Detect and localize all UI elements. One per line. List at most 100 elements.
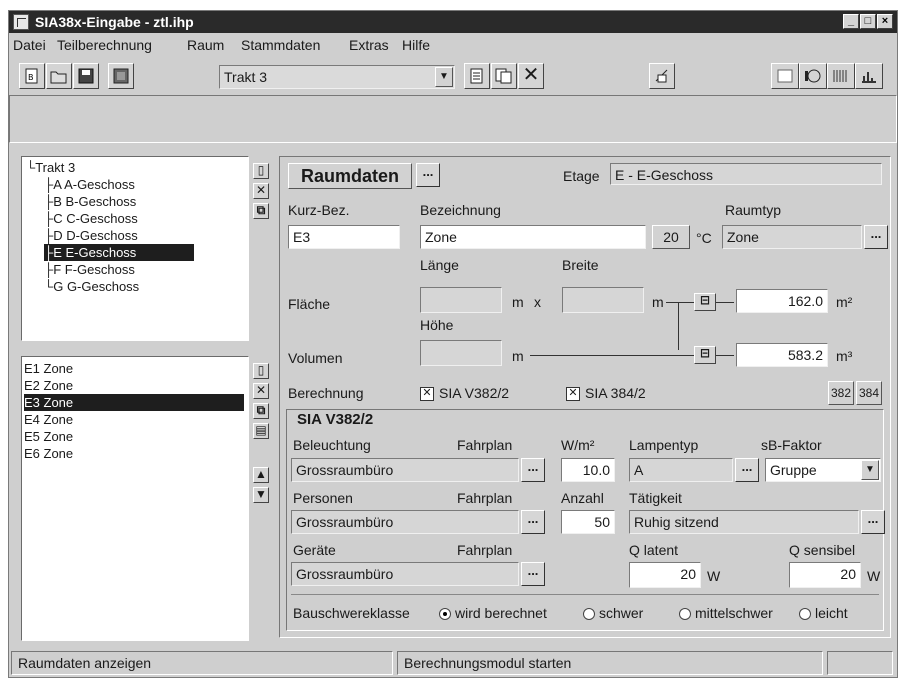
tree-item-f[interactable]: ├F F-Geschoss — [44, 261, 135, 278]
tree-root[interactable]: └Trakt 3 — [26, 159, 75, 176]
personen-field[interactable]: Grossraumbüro — [291, 510, 519, 534]
hoehe-input[interactable] — [420, 340, 502, 366]
title-bar[interactable]: SIA38x-Eingabe - ztl.ihp _ □ × — [9, 11, 897, 33]
geschoss-tree[interactable]: └Trakt 3 ├A A-Geschoss ├B B-Geschoss ├C … — [21, 156, 249, 341]
main-window: SIA38x-Eingabe - ztl.ihp _ □ × Datei Tei… — [8, 10, 898, 678]
zone-copy-icon[interactable]: ⧉ — [253, 403, 269, 419]
menu-extras[interactable]: Extras — [349, 37, 389, 53]
menu-teilberechnung[interactable]: Teilberechnung — [57, 37, 152, 53]
radio-off-icon — [679, 608, 691, 621]
zone-item-e3[interactable]: E3 Zone — [24, 394, 244, 411]
tree-item-c[interactable]: ├C C-Geschoss — [44, 210, 138, 227]
flaeche-unit: m² — [836, 294, 853, 310]
menu-raum[interactable]: Raum — [187, 37, 224, 53]
move-up-icon[interactable]: ▲ — [253, 467, 269, 483]
raumdaten-ellipsis-button[interactable]: ... — [416, 163, 440, 187]
copy-tb-icon[interactable] — [464, 63, 490, 89]
radio-wird-berechnet[interactable]: wird berechnet — [439, 605, 547, 621]
lampentyp-field[interactable]: A — [629, 458, 733, 482]
qlatent-label: Q latent — [629, 542, 679, 558]
tree-item-e[interactable]: ├E E-Geschoss — [44, 244, 194, 261]
zone-delete-icon[interactable]: ✕ — [253, 383, 269, 399]
radio-leicht[interactable]: leicht — [799, 605, 848, 621]
radio-mittelschwer[interactable]: mittelschwer — [679, 605, 773, 621]
chevron-down-icon[interactable]: ▼ — [435, 67, 453, 87]
button-384[interactable]: 384 — [856, 381, 882, 405]
anzahl-label: Anzahl — [561, 490, 604, 506]
volumen-value[interactable]: 583.2 — [736, 343, 828, 367]
sia-group: SIA V382/2 Beleuchtung Fahrplan W/m² Lam… — [286, 409, 885, 631]
zone-new-icon[interactable]: ▯ — [253, 363, 269, 379]
menu-stammdaten[interactable]: Stammdaten — [241, 37, 320, 53]
tree-item-d[interactable]: ├D D-Geschoss — [44, 227, 138, 244]
flaeche-calc-icon[interactable]: ⊟ — [694, 293, 716, 311]
sbfaktor-select[interactable]: Gruppe ▼ — [765, 458, 881, 482]
personen-ellipsis-button[interactable]: ... — [521, 510, 545, 534]
beleuchtung-ellipsis-button[interactable]: ... — [521, 458, 545, 482]
taetigkeit-ellipsis-button[interactable]: ... — [861, 510, 885, 534]
qsensibel-input[interactable]: 20 — [789, 562, 861, 588]
bezeichnung-input[interactable]: Zone — [420, 225, 646, 249]
new-file-icon[interactable]: B — [19, 63, 45, 89]
tree-copy-icon[interactable]: ⧉ — [253, 203, 269, 219]
report-icon[interactable] — [771, 63, 799, 89]
open-folder-icon[interactable] — [46, 63, 72, 89]
taetigkeit-field[interactable]: Ruhig sitzend — [629, 510, 859, 534]
qlatent-input[interactable]: 20 — [629, 562, 701, 588]
zone-paste-icon[interactable]: ▤ — [253, 423, 269, 439]
zone-list[interactable]: E1 Zone E2 Zone E3 Zone E4 Zone E5 Zone … — [21, 356, 249, 641]
anzahl-input[interactable]: 50 — [561, 510, 615, 534]
menu-datei[interactable]: Datei — [13, 37, 46, 53]
hoehe-unit: m — [512, 348, 524, 364]
trakt-select[interactable]: Trakt 3 ▼ — [219, 65, 455, 89]
zone-item-e4[interactable]: E4 Zone — [24, 411, 73, 428]
zone-item-e1[interactable]: E1 Zone — [24, 360, 73, 377]
breite-input[interactable] — [562, 287, 644, 313]
wm2-input[interactable]: 10.0 — [561, 458, 615, 482]
temperature-button[interactable]: 20 — [652, 225, 690, 249]
maximize-button[interactable]: □ — [860, 14, 876, 29]
duplicate-icon[interactable] — [491, 63, 517, 89]
volumen-calc-icon[interactable]: ⊟ — [694, 346, 716, 364]
save-disk-icon[interactable] — [73, 63, 99, 89]
geraete-field[interactable]: Grossraumbüro — [291, 562, 519, 586]
zone-item-e6[interactable]: E6 Zone — [24, 445, 73, 462]
minimize-button[interactable]: _ — [843, 14, 859, 29]
tree-delete-icon[interactable]: ✕ — [253, 183, 269, 199]
pattern-icon[interactable] — [827, 63, 855, 89]
move-down-icon[interactable]: ▼ — [253, 487, 269, 503]
calc-384-checkbox[interactable]: ✕ SIA 384/2 — [566, 385, 646, 402]
raum-icon[interactable] — [108, 63, 134, 89]
etage-field[interactable]: E - E-Geschoss — [610, 163, 882, 185]
flaeche-value[interactable]: 162.0 — [736, 289, 828, 313]
close-button[interactable]: × — [877, 14, 893, 29]
volumen-unit: m³ — [836, 348, 853, 364]
kurz-bez-input[interactable]: E3 — [288, 225, 400, 249]
calculate-icon[interactable] — [649, 63, 675, 89]
app-icon[interactable] — [13, 14, 29, 30]
volumen-connector — [530, 355, 694, 356]
zone-item-e5[interactable]: E5 Zone — [24, 428, 73, 445]
laenge-input[interactable] — [420, 287, 502, 313]
sbfaktor-chevron-icon[interactable]: ▼ — [861, 460, 879, 480]
tree-new-icon[interactable]: ▯ — [253, 163, 269, 179]
raumdaten-panel: Raumdaten ... Etage E - E-Geschoss Kurz-… — [279, 156, 891, 638]
tree-item-b[interactable]: ├B B-Geschoss — [44, 193, 136, 210]
delete-x-icon[interactable]: ✕ — [518, 63, 544, 89]
zone-item-e2[interactable]: E2 Zone — [24, 377, 73, 394]
calc-v382-checkbox[interactable]: ✕ SIA V382/2 — [420, 385, 509, 402]
lampentyp-ellipsis-button[interactable]: ... — [735, 458, 759, 482]
user-icon[interactable] — [799, 63, 827, 89]
geraete-ellipsis-button[interactable]: ... — [521, 562, 545, 586]
beleuchtung-field[interactable]: Grossraumbüro — [291, 458, 519, 482]
sbfaktor-label: sB-Faktor — [761, 437, 822, 453]
raumtyp-field[interactable]: Zone — [722, 225, 862, 249]
tree-item-a[interactable]: ├A A-Geschoss — [44, 176, 135, 193]
laenge-label: Länge — [420, 257, 459, 273]
radio-schwer[interactable]: schwer — [583, 605, 643, 621]
chart-icon[interactable] — [855, 63, 883, 89]
raumtyp-ellipsis-button[interactable]: ... — [864, 225, 888, 249]
menu-hilfe[interactable]: Hilfe — [402, 37, 430, 53]
tree-item-g[interactable]: └G G-Geschoss — [44, 278, 139, 295]
button-382[interactable]: 382 — [828, 381, 854, 405]
